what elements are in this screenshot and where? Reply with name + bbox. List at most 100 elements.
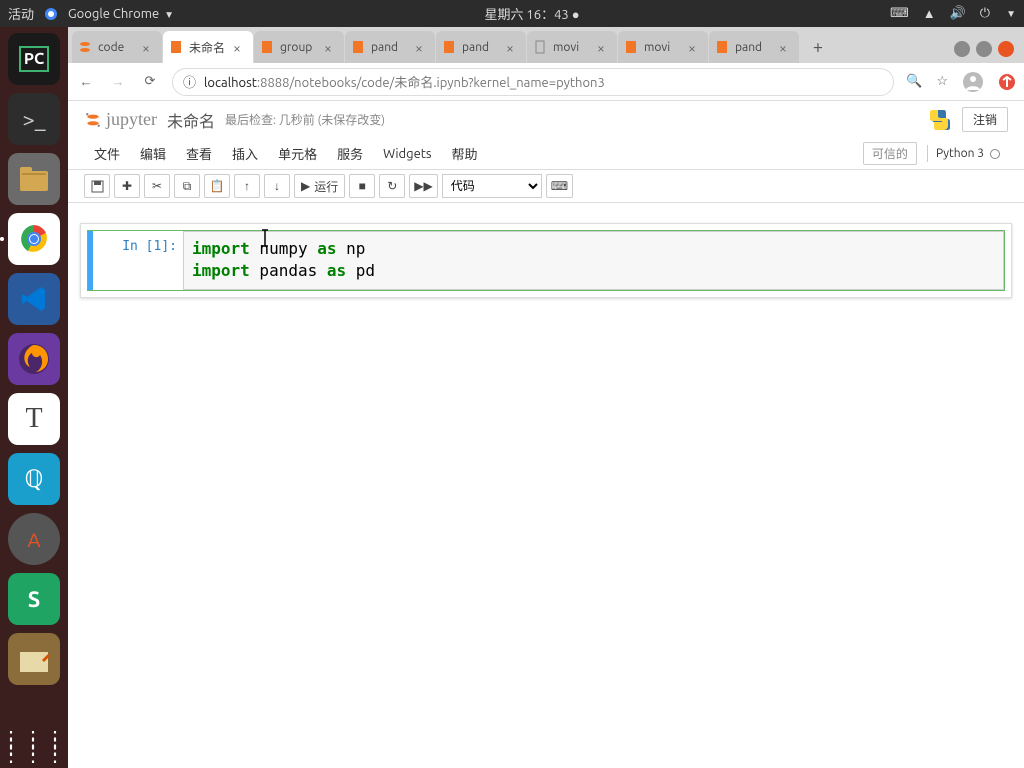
copy-button[interactable]: ⧉ <box>174 174 200 198</box>
tab-group[interactable]: group × <box>254 31 344 63</box>
jupyter-header: jupyter 未命名 最后检查: 几秒前 (未保存改变) 注销 <box>68 101 1024 138</box>
bookmark-icon[interactable]: ☆ <box>936 74 948 89</box>
tab-close-icon[interactable]: × <box>779 40 793 54</box>
activities-button[interactable]: 活动 <box>8 4 34 23</box>
notebook-area: In [1]: import numpy as np import pandas… <box>68 203 1024 318</box>
profile-icon[interactable] <box>962 71 984 93</box>
menu-view[interactable]: 查看 <box>176 140 222 167</box>
network-icon[interactable]: ▲ <box>923 6 936 21</box>
run-icon: ▶ <box>301 179 310 193</box>
tab-untitled[interactable]: 未命名 × <box>163 31 253 63</box>
tab-close-icon[interactable]: × <box>688 40 702 54</box>
cut-button[interactable]: ✂ <box>144 174 170 198</box>
launcher-notes[interactable] <box>8 633 60 685</box>
add-cell-button[interactable]: ✚ <box>114 174 140 198</box>
kernel-status-icon <box>990 149 1000 159</box>
move-up-button[interactable]: ↑ <box>234 174 260 198</box>
tab-pandas-2[interactable]: pand × <box>436 31 526 63</box>
menu-edit[interactable]: 编辑 <box>130 140 176 167</box>
cell-type-select[interactable]: 代码 <box>442 174 542 198</box>
clock[interactable]: 星期六 16：43 ● <box>484 8 579 22</box>
close-window-button[interactable] <box>998 41 1014 57</box>
launcher-terminal[interactable]: >_ <box>8 93 60 145</box>
chrome-app-indicator[interactable] <box>44 7 58 21</box>
kernel-indicator[interactable]: Python 3 <box>927 145 1008 162</box>
tab-close-icon[interactable]: × <box>597 40 611 54</box>
notebook-icon <box>715 40 729 54</box>
tab-close-icon[interactable]: × <box>142 40 156 54</box>
system-menu-dropdown[interactable]: ▼ <box>1006 8 1016 20</box>
power-icon[interactable]: ⏻ <box>980 6 990 21</box>
jupyter-toolbar: ✚ ✂ ⧉ 📋 ↑ ↓ ▶运行 ■ ↻ ▶▶ 代码 ⌨ <box>68 170 1024 203</box>
new-tab-button[interactable]: + <box>804 33 832 61</box>
menu-kernel[interactable]: 服务 <box>327 140 373 167</box>
logout-button[interactable]: 注销 <box>962 107 1008 132</box>
trusted-indicator[interactable]: 可信的 <box>863 142 917 165</box>
tab-close-icon[interactable]: × <box>324 40 338 54</box>
notebook-icon <box>624 40 638 54</box>
launcher-wps[interactable]: S <box>8 573 60 625</box>
ubuntu-launcher: PC >_ T ℚ A S ⋮⋮⋮⋮⋮⋮⋮⋮⋮ <box>0 27 68 768</box>
back-button[interactable]: ← <box>76 72 96 92</box>
checkpoint-status: 最后检查: 几秒前 (未保存改变) <box>225 111 385 128</box>
launcher-text-editor[interactable]: T <box>8 393 60 445</box>
notebook-icon <box>351 40 365 54</box>
extension-icon[interactable] <box>998 73 1016 91</box>
tab-title: pand <box>462 41 500 54</box>
tab-title: group <box>280 41 318 54</box>
info-icon[interactable]: ⓘ <box>183 72 196 91</box>
keyboard-icon[interactable]: ⌨ <box>890 6 909 21</box>
tab-pandas-1[interactable]: pand × <box>345 31 435 63</box>
interrupt-button[interactable]: ■ <box>349 174 375 198</box>
volume-icon[interactable]: 🔊 <box>950 6 966 21</box>
minimize-button[interactable] <box>954 41 970 57</box>
restart-button[interactable]: ↻ <box>379 174 405 198</box>
launcher-updates[interactable]: A <box>8 513 60 565</box>
run-button[interactable]: ▶运行 <box>294 174 345 198</box>
tab-close-icon[interactable]: × <box>233 40 247 54</box>
notebook-title[interactable]: 未命名 <box>167 108 215 132</box>
move-down-button[interactable]: ↓ <box>264 174 290 198</box>
paste-button[interactable]: 📋 <box>204 174 230 198</box>
jupyter-menubar: 文件 编辑 查看 插入 单元格 服务 Widgets 帮助 可信的 Python… <box>68 138 1024 170</box>
restart-run-all-button[interactable]: ▶▶ <box>409 174 437 198</box>
chrome-icon <box>44 7 58 21</box>
url-input[interactable]: ⓘ localhost:8888/notebooks/code/未命名.ipyn… <box>172 68 894 96</box>
tab-title: code <box>98 41 136 54</box>
launcher-files[interactable] <box>8 153 60 205</box>
launcher-apps-grid[interactable]: ⋮⋮⋮⋮⋮⋮⋮⋮⋮ <box>1 734 67 758</box>
save-button[interactable] <box>84 174 110 198</box>
code-cell[interactable]: In [1]: import numpy as np import pandas… <box>87 230 1005 291</box>
tab-code[interactable]: code × <box>72 31 162 63</box>
tab-pandas-3[interactable]: pand × <box>709 31 799 63</box>
jupyter-icon <box>78 40 92 54</box>
maximize-button[interactable] <box>976 41 992 57</box>
launcher-chrome[interactable] <box>8 213 60 265</box>
cell-prompt: In [1]: <box>93 231 183 290</box>
tab-title: 未命名 <box>189 39 227 56</box>
menu-insert[interactable]: 插入 <box>222 140 268 167</box>
command-palette-button[interactable]: ⌨ <box>546 174 573 198</box>
launcher-firefox[interactable] <box>8 333 60 385</box>
tab-movie-2[interactable]: movi × <box>618 31 708 63</box>
launcher-pycharm[interactable]: PC <box>8 33 60 85</box>
code-input[interactable]: import numpy as np import pandas as pd <box>183 231 1004 290</box>
jupyter-logo[interactable]: jupyter <box>84 109 157 130</box>
menu-cell[interactable]: 单元格 <box>268 140 327 167</box>
forward-button[interactable]: → <box>108 72 128 92</box>
tab-title: movi <box>553 41 591 54</box>
reload-button[interactable]: ⟳ <box>140 72 160 92</box>
ubuntu-top-bar: 活动 Google Chrome ▼ 星期六 16：43 ● ⌨ ▲ 🔊 ⏻ ▼ <box>0 0 1024 27</box>
menu-widgets[interactable]: Widgets <box>373 143 441 165</box>
app-name[interactable]: Google Chrome ▼ <box>68 7 174 21</box>
menu-help[interactable]: 帮助 <box>442 140 488 167</box>
tab-close-icon[interactable]: × <box>415 40 429 54</box>
python-logo-icon <box>928 108 952 132</box>
search-icon[interactable]: 🔍 <box>906 74 922 89</box>
tab-movie-1[interactable]: movi × <box>527 31 617 63</box>
menu-file[interactable]: 文件 <box>84 140 130 167</box>
tab-close-icon[interactable]: × <box>506 40 520 54</box>
tab-title: movi <box>644 41 682 54</box>
launcher-settings[interactable]: ℚ <box>8 453 60 505</box>
launcher-vscode[interactable] <box>8 273 60 325</box>
